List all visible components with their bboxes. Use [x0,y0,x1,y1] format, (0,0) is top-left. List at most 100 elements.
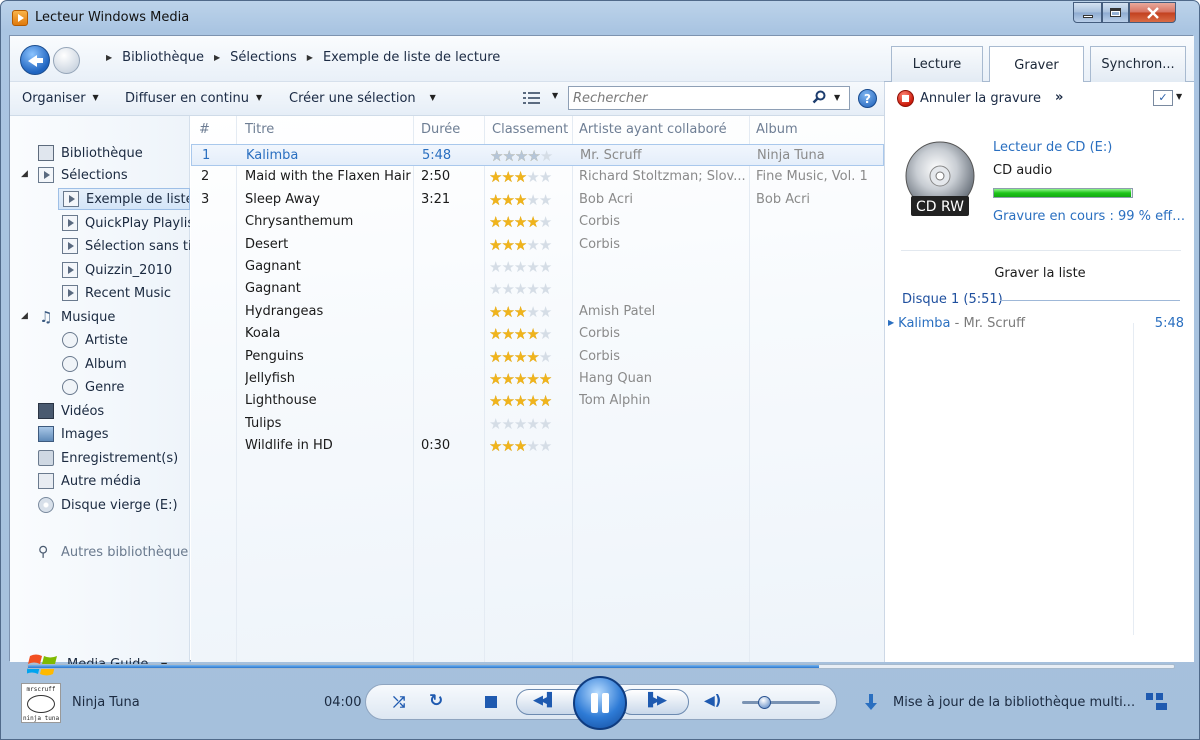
stream-menu[interactable]: Diffuser en continu ▼ [125,91,262,106]
star-icon[interactable]: ★ [526,392,539,410]
chevron-down-icon[interactable]: ▼ [834,93,840,102]
star-icon[interactable]: ★ [489,392,502,410]
star-icon[interactable]: ★ [489,415,502,433]
star-icon[interactable]: ★ [539,191,552,209]
star-icon[interactable]: ★ [489,325,502,343]
wmp-app-icon[interactable] [12,10,28,26]
star-icon[interactable]: ★ [514,348,527,366]
star-icon[interactable]: ★ [539,303,552,321]
star-icon[interactable]: ★ [501,370,514,388]
nav-playlist-item[interactable]: Sélection sans titre [62,235,190,257]
table-row[interactable]: Hydrangeas ★★★★★ Amish Patel [191,301,884,323]
nav-artist[interactable]: Artiste [62,329,190,351]
star-icon[interactable]: ★ [501,348,514,366]
table-row[interactable]: 2 Maid with the Flaxen Hair 2:50 ★★★★★ Richa… [191,166,884,188]
drive-name[interactable]: Lecteur de CD (E:) [993,140,1112,155]
star-icon[interactable]: ★ [539,437,552,455]
table-row[interactable]: 1 Kalimba 5:48 ★★★★★ Mr. Scruff Ninja Tuna [191,144,884,166]
star-icon[interactable]: ★ [539,415,552,433]
rating-stars[interactable]: ★★★★★ [489,236,571,254]
star-icon[interactable]: ★ [489,437,502,455]
nav-playlist-item[interactable]: Recent Music [62,282,190,304]
rating-stars[interactable]: ★★★★★ [489,437,571,455]
star-icon[interactable]: ★ [539,213,552,231]
star-icon[interactable]: ★ [489,236,502,254]
star-icon[interactable]: ★ [539,370,552,388]
rating-stars[interactable]: ★★★★★ [490,147,572,165]
table-row[interactable]: Jellyfish ★★★★★ Hang Quan [191,368,884,390]
nav-library[interactable]: Bibliothèque [38,142,216,164]
star-icon[interactable]: ★ [539,348,552,366]
rating-stars[interactable]: ★★★★★ [489,325,571,343]
nav-images[interactable]: Images [38,423,216,445]
elapsed-time[interactable]: 04:00 [324,695,361,710]
forward-button[interactable] [53,47,80,74]
nav-other-media[interactable]: Autre média [38,470,216,492]
star-icon[interactable]: ★ [514,168,527,186]
back-button[interactable] [20,45,50,75]
star-icon[interactable]: ★ [527,147,540,165]
star-icon[interactable]: ★ [489,370,502,388]
star-icon[interactable]: ★ [526,437,539,455]
collapse-arrow-icon[interactable]: ◢ [21,169,28,179]
star-icon[interactable]: ★ [526,370,539,388]
star-icon[interactable]: ★ [526,191,539,209]
breadcrumb-arrow-icon[interactable]: ▶ [214,53,220,62]
star-icon[interactable]: ★ [501,415,514,433]
maximize-button[interactable] [1102,2,1129,23]
nav-playlist-item[interactable]: Quizzin_2010 [62,259,190,281]
repeat-icon[interactable]: ↻ [429,691,443,711]
star-icon[interactable]: ★ [489,280,502,298]
view-options-icon[interactable] [522,90,542,106]
rating-stars[interactable]: ★★★★★ [489,191,571,209]
more-commands-icon[interactable]: » [1055,90,1063,105]
breadcrumb-arrow-icon[interactable]: ▶ [307,53,313,62]
star-icon[interactable]: ★ [501,303,514,321]
star-icon[interactable]: ★ [526,415,539,433]
star-icon[interactable]: ★ [489,168,502,186]
table-row[interactable]: Tulips ★★★★★ [191,413,884,435]
burn-list-item[interactable]: ▶ Kalimba - Mr. Scruff 5:48 [888,316,1188,331]
volume-slider[interactable] [742,701,820,704]
rating-stars[interactable]: ★★★★★ [489,303,571,321]
rating-stars[interactable]: ★★★★★ [489,348,571,366]
breadcrumb-playlists[interactable]: Sélections [230,50,297,65]
burn-options-icon[interactable]: ✓ [1153,90,1173,106]
star-icon[interactable]: ★ [489,303,502,321]
star-icon[interactable]: ★ [514,191,527,209]
minimize-button[interactable] [1073,2,1102,23]
star-icon[interactable]: ★ [514,213,527,231]
help-icon[interactable]: ? [858,89,877,108]
close-button[interactable] [1129,2,1176,23]
star-icon[interactable]: ★ [514,280,527,298]
rating-stars[interactable]: ★★★★★ [489,168,571,186]
star-icon[interactable]: ★ [489,348,502,366]
table-row[interactable]: Lighthouse ★★★★★ Tom Alphin [191,390,884,412]
organize-menu[interactable]: Organiser ▼ [22,91,99,106]
nav-blank-disc[interactable]: Disque vierge (E:) [38,494,216,516]
star-icon[interactable]: ★ [539,392,552,410]
star-icon[interactable]: ★ [489,191,502,209]
star-icon[interactable]: ★ [526,348,539,366]
nav-other-libraries[interactable]: ⚲ Autres bibliothèques [38,541,188,563]
album-art-thumbnail[interactable]: mrscruff ninja tuna [21,683,61,723]
star-icon[interactable]: ★ [514,236,527,254]
breadcrumb-library[interactable]: Bibliothèque [122,50,204,65]
star-icon[interactable]: ★ [501,168,514,186]
volume-slider-thumb[interactable] [758,696,771,709]
rating-stars[interactable]: ★★★★★ [489,392,571,410]
library-update-status[interactable]: Mise à jour de la bibliothèque multi... [893,695,1135,710]
column-header-duration[interactable]: Durée [421,122,460,137]
column-header-title[interactable]: Titre [245,122,274,137]
star-icon[interactable]: ★ [526,236,539,254]
cancel-burn-button[interactable]: Annuler la gravure [920,91,1041,106]
rating-stars[interactable]: ★★★★★ [489,280,571,298]
star-icon[interactable]: ★ [514,392,527,410]
column-header-artist[interactable]: Artiste ayant collaboré [579,122,727,137]
nav-album[interactable]: Album [62,353,190,375]
star-icon[interactable]: ★ [501,213,514,231]
pause-button[interactable] [573,676,627,730]
star-icon[interactable]: ★ [526,303,539,321]
star-icon[interactable]: ★ [501,191,514,209]
star-icon[interactable]: ★ [526,280,539,298]
